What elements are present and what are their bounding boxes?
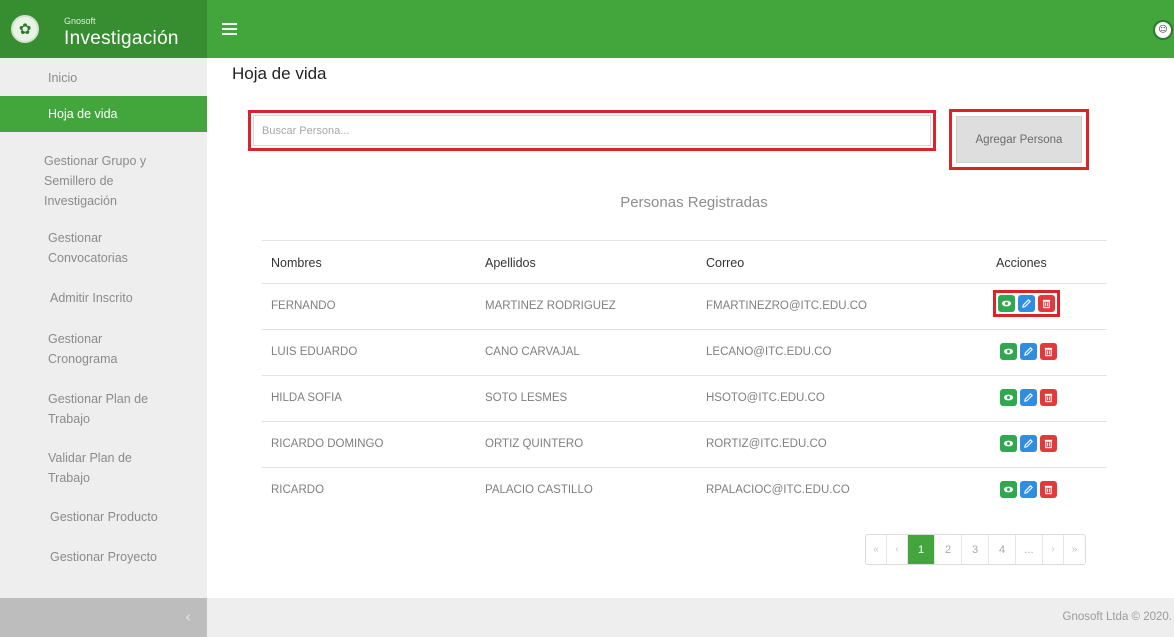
- table-row: LUIS EDUARDO CANO CARVAJAL LECANO@ITC.ED…: [262, 329, 1107, 375]
- cell-apellidos: ORTIZ QUINTERO: [485, 438, 584, 450]
- pencil-icon: [1024, 439, 1033, 448]
- cell-nombres: FERNANDO: [271, 300, 336, 312]
- cell-apellidos: MARTINEZ RODRIGUEZ: [485, 300, 616, 312]
- add-person-button[interactable]: Agregar Persona: [956, 116, 1082, 163]
- trash-icon: [1044, 439, 1053, 449]
- pencil-icon: [1024, 393, 1033, 402]
- edit-button[interactable]: [1020, 389, 1037, 406]
- eye-icon: [1003, 486, 1014, 493]
- row-actions: [1000, 481, 1057, 498]
- pencil-icon: [1024, 347, 1033, 356]
- trash-icon: [1044, 347, 1053, 357]
- pagination-page[interactable]: 4: [989, 535, 1016, 564]
- pagination-ellipsis: ...: [1016, 535, 1043, 564]
- row-actions: [1000, 343, 1057, 360]
- footer: Gnosoft Ltda © 2020.: [207, 598, 1174, 637]
- add-button-highlight: Agregar Persona: [949, 109, 1089, 170]
- row-actions: [1000, 435, 1057, 452]
- row-actions: [1000, 389, 1057, 406]
- sidebar-item-admitir-inscrito[interactable]: Admitir Inscrito: [0, 288, 207, 308]
- pencil-icon: [1022, 299, 1031, 308]
- pagination: « ‹ 1 2 3 4 ... › »: [865, 534, 1086, 565]
- cell-correo: FMARTINEZRO@ITC.EDU.CO: [706, 300, 867, 312]
- pagination-page[interactable]: 3: [962, 535, 989, 564]
- table-row: RICARDO PALACIO CASTILLO RPALACIOC@ITC.E…: [262, 467, 1107, 513]
- search-input[interactable]: [253, 115, 931, 146]
- collapse-sidebar-icon[interactable]: ‹: [185, 608, 191, 626]
- sidebar-item-hoja-de-vida[interactable]: Hoja de vida: [0, 96, 207, 132]
- sidebar-item-validar-plan-trabajo[interactable]: Validar Plan de Trabajo: [0, 448, 207, 488]
- cell-apellidos: PALACIO CASTILLO: [485, 484, 593, 496]
- trash-icon: [1044, 485, 1053, 495]
- delete-button[interactable]: [1038, 295, 1055, 312]
- table-row: RICARDO DOMINGO ORTIZ QUINTERO RORTIZ@IT…: [262, 421, 1107, 467]
- table-header: Nombres Apellidos Correo Acciones: [262, 240, 1107, 283]
- edit-button[interactable]: [1020, 435, 1037, 452]
- sidebar-item-gestionar-grupo[interactable]: Gestionar Grupo y Semillero de Investiga…: [0, 151, 207, 211]
- cell-nombres: RICARDO DOMINGO: [271, 438, 384, 450]
- view-button[interactable]: [998, 295, 1015, 312]
- delete-button[interactable]: [1040, 481, 1057, 498]
- sidebar-item-gestionar-proyecto[interactable]: Gestionar Proyecto: [0, 547, 207, 567]
- view-button[interactable]: [1000, 481, 1017, 498]
- view-button[interactable]: [1000, 343, 1017, 360]
- view-button[interactable]: [1000, 435, 1017, 452]
- eye-icon: [1003, 348, 1014, 355]
- cell-correo: RPALACIOC@ITC.EDU.CO: [706, 484, 850, 496]
- brand[interactable]: ✿ Gnosoft Investigación: [0, 0, 207, 58]
- search-highlight: [248, 110, 936, 151]
- section-title: Personas Registradas: [620, 194, 768, 211]
- sidebar: Inicio Hoja de vida Gestionar Grupo y Se…: [0, 58, 207, 598]
- edit-button[interactable]: [1020, 343, 1037, 360]
- cell-apellidos: SOTO LESMES: [485, 392, 568, 404]
- pagination-page[interactable]: 2: [935, 535, 962, 564]
- trash-icon: [1042, 299, 1051, 309]
- delete-button[interactable]: [1040, 389, 1057, 406]
- top-bar: ✿ Gnosoft Investigación ☺: [0, 0, 1174, 58]
- header-nombres: Nombres: [271, 256, 322, 270]
- sidebar-item-inicio[interactable]: Inicio: [0, 64, 207, 92]
- header-acciones: Acciones: [996, 256, 1047, 270]
- avatar[interactable]: ☺: [1153, 20, 1173, 40]
- logo-icon: ✿: [11, 15, 39, 43]
- cell-nombres: HILDA SOFIA: [271, 392, 342, 404]
- pagination-prev[interactable]: ‹: [887, 535, 908, 564]
- row-actions: [993, 290, 1060, 317]
- eye-icon: [1003, 394, 1014, 401]
- delete-button[interactable]: [1040, 343, 1057, 360]
- edit-button[interactable]: [1020, 481, 1037, 498]
- header-correo: Correo: [706, 256, 745, 270]
- cell-nombres: LUIS EDUARDO: [271, 346, 358, 358]
- header-apellidos: Apellidos: [485, 256, 536, 270]
- eye-icon: [1003, 440, 1014, 447]
- page-title: Hoja de vida: [232, 64, 327, 83]
- sidebar-item-gestionar-producto[interactable]: Gestionar Producto: [0, 507, 207, 527]
- sidebar-item-gestionar-cronograma[interactable]: Gestionar Cronograma: [0, 329, 207, 369]
- sidebar-footer: ‹: [0, 598, 207, 637]
- table-row: FERNANDO MARTINEZ RODRIGUEZ FMARTINEZRO@…: [262, 283, 1107, 329]
- app-root: ✿ Gnosoft Investigación ☺ Inicio Hoja de…: [0, 0, 1174, 637]
- eye-icon: [1001, 300, 1012, 307]
- sidebar-item-gestionar-convocatorias[interactable]: Gestionar Convocatorias: [0, 228, 207, 268]
- trash-icon: [1044, 393, 1053, 403]
- pagination-next[interactable]: ›: [1043, 535, 1064, 564]
- pencil-icon: [1024, 485, 1033, 494]
- delete-button[interactable]: [1040, 435, 1057, 452]
- copyright-text: Gnosoft Ltda © 2020.: [1062, 611, 1173, 623]
- cell-apellidos: CANO CARVAJAL: [485, 346, 580, 358]
- pagination-last[interactable]: »: [1064, 535, 1085, 564]
- brand-title: Investigación: [64, 28, 179, 49]
- edit-button[interactable]: [1018, 295, 1035, 312]
- cell-correo: HSOTO@ITC.EDU.CO: [706, 392, 825, 404]
- cell-correo: LECANO@ITC.EDU.CO: [706, 346, 832, 358]
- cell-correo: RORTIZ@ITC.EDU.CO: [706, 438, 827, 450]
- table-row: HILDA SOFIA SOTO LESMES HSOTO@ITC.EDU.CO: [262, 375, 1107, 421]
- menu-toggle-icon[interactable]: [222, 23, 237, 35]
- cell-nombres: RICARDO: [271, 484, 325, 496]
- pagination-first[interactable]: «: [866, 535, 887, 564]
- brand-small-text: Gnosoft: [64, 16, 96, 26]
- view-button[interactable]: [1000, 389, 1017, 406]
- sidebar-item-gestionar-plan-trabajo[interactable]: Gestionar Plan de Trabajo: [0, 389, 207, 429]
- pagination-page[interactable]: 1: [908, 535, 935, 564]
